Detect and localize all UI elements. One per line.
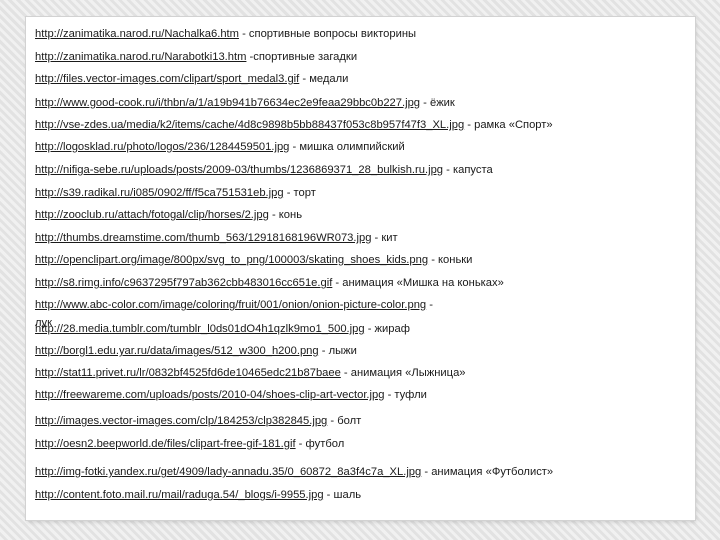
link-description: - кит bbox=[371, 232, 398, 244]
link-line: http://vse-zdes.ua/media/k2/items/cache/… bbox=[35, 118, 553, 132]
link-url[interactable]: http://content.foto.mail.ru/mail/raduga.… bbox=[35, 489, 324, 501]
link-line: http://borgl1.edu.yar.ru/data/images/512… bbox=[35, 344, 357, 358]
link-url[interactable]: http://borgl1.edu.yar.ru/data/images/512… bbox=[35, 345, 319, 357]
link-description: - торт bbox=[283, 187, 316, 199]
link-url[interactable]: http://zanimatika.narod.ru/Narabotki13.h… bbox=[35, 51, 246, 63]
link-line: http://www.good-cook.ru/i/thbn/a/1/a19b9… bbox=[35, 96, 455, 110]
link-url[interactable]: http://vse-zdes.ua/media/k2/items/cache/… bbox=[35, 119, 464, 131]
link-description: - футбол bbox=[295, 438, 345, 450]
link-description: - шаль bbox=[323, 489, 362, 501]
link-description: - капуста bbox=[443, 164, 493, 176]
link-description: - bbox=[426, 299, 433, 311]
link-line: http://logosklad.ru/photo/logos/236/1284… bbox=[35, 140, 405, 154]
link-description: - рамка «Спорт» bbox=[464, 119, 553, 131]
link-url[interactable]: http://nifiga-sebe.ru/uploads/posts/2009… bbox=[35, 164, 443, 176]
link-url[interactable]: http://freewareme.com/uploads/posts/2010… bbox=[35, 389, 384, 401]
link-line: http://zanimatika.narod.ru/Nachalka6.htm… bbox=[35, 27, 416, 41]
link-url[interactable]: http://www.abc-color.com/image/coloring/… bbox=[35, 299, 426, 311]
link-description: - анимация «Лыжница» bbox=[340, 367, 466, 379]
link-description: -спортивные загадки bbox=[246, 51, 358, 63]
link-line: http://freewareme.com/uploads/posts/2010… bbox=[35, 388, 427, 402]
link-description: - лыжи bbox=[318, 345, 357, 357]
link-description: - анимация «Футболист» bbox=[421, 466, 554, 478]
link-url[interactable]: http://s8.rimg.info/c9637295f797ab362cbb… bbox=[35, 277, 332, 289]
link-line: http://nifiga-sebe.ru/uploads/posts/2009… bbox=[35, 163, 493, 177]
link-description: - спортивные вопросы викторины bbox=[238, 28, 417, 40]
link-line: http://thumbs.dreamstime.com/thumb_563/1… bbox=[35, 231, 398, 245]
link-line: http://zooclub.ru/attach/fotogal/clip/ho… bbox=[35, 208, 302, 222]
link-url[interactable]: http://files.vector-images.com/clipart/s… bbox=[35, 73, 299, 85]
link-line: http://stat11.privet.ru/lr/0832bf4525fd6… bbox=[35, 366, 466, 380]
link-url[interactable]: http://stat11.privet.ru/lr/0832bf4525fd6… bbox=[35, 367, 341, 379]
link-description: - анимация «Мишка на коньках» bbox=[332, 277, 504, 289]
link-url[interactable]: http://images.vector-images.com/clp/1842… bbox=[35, 415, 327, 427]
link-url[interactable]: http://zooclub.ru/attach/fotogal/clip/ho… bbox=[35, 209, 269, 221]
link-description: - медали bbox=[299, 73, 349, 85]
link-line: http://www.abc-color.com/image/coloring/… bbox=[35, 298, 433, 312]
link-url[interactable]: http://zanimatika.narod.ru/Nachalka6.htm bbox=[35, 28, 239, 40]
link-url[interactable]: http://s39.radikal.ru/i085/0902/ff/f5ca7… bbox=[35, 187, 284, 199]
link-line: http://img-fotki.yandex.ru/get/4909/lady… bbox=[35, 465, 553, 479]
link-line: http://s8.rimg.info/c9637295f797ab362cbb… bbox=[35, 276, 504, 290]
link-description: - мишка олимпийский bbox=[289, 141, 405, 153]
link-url[interactable]: http://www.good-cook.ru/i/thbn/a/1/a19b9… bbox=[35, 97, 420, 109]
link-line: http://zanimatika.narod.ru/Narabotki13.h… bbox=[35, 50, 357, 64]
link-description: - ёжик bbox=[420, 97, 455, 109]
link-line: http://28.media.tumblr.com/tumblr_l0ds01… bbox=[35, 322, 410, 336]
link-line: http://oesn2.beepworld.de/files/clipart-… bbox=[35, 437, 344, 451]
link-url[interactable]: http://oesn2.beepworld.de/files/clipart-… bbox=[35, 438, 296, 450]
link-description: - жираф bbox=[364, 323, 410, 335]
link-url[interactable]: http://logosklad.ru/photo/logos/236/1284… bbox=[35, 141, 289, 153]
link-description: - конь bbox=[268, 209, 303, 221]
link-line: http://s39.radikal.ru/i085/0902/ff/f5ca7… bbox=[35, 186, 316, 200]
link-url[interactable]: http://img-fotki.yandex.ru/get/4909/lady… bbox=[35, 466, 421, 478]
link-description: - туфли bbox=[384, 389, 427, 401]
link-line: http://openclipart.org/image/800px/svg_t… bbox=[35, 253, 472, 267]
link-line: http://files.vector-images.com/clipart/s… bbox=[35, 72, 348, 86]
overflow-text: лук bbox=[35, 317, 53, 329]
link-url[interactable]: http://28.media.tumblr.com/tumblr_l0ds01… bbox=[35, 323, 365, 335]
link-line: http://content.foto.mail.ru/mail/raduga.… bbox=[35, 488, 361, 502]
link-url[interactable]: http://openclipart.org/image/800px/svg_t… bbox=[35, 254, 428, 266]
link-description: - коньки bbox=[428, 254, 473, 266]
link-description: - болт bbox=[327, 415, 362, 427]
link-line: http://images.vector-images.com/clp/1842… bbox=[35, 414, 361, 428]
link-url[interactable]: http://thumbs.dreamstime.com/thumb_563/1… bbox=[35, 232, 371, 244]
